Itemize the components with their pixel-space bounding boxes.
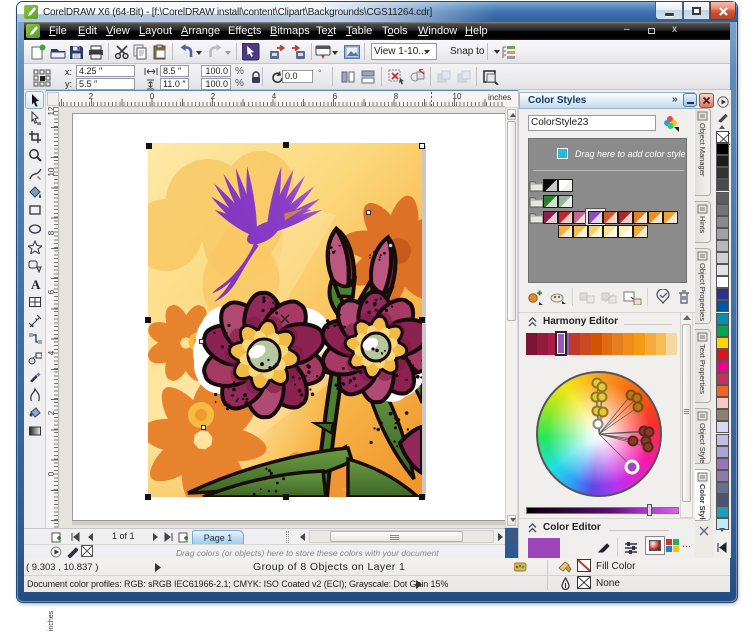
svg-text:A: A	[31, 277, 41, 291]
